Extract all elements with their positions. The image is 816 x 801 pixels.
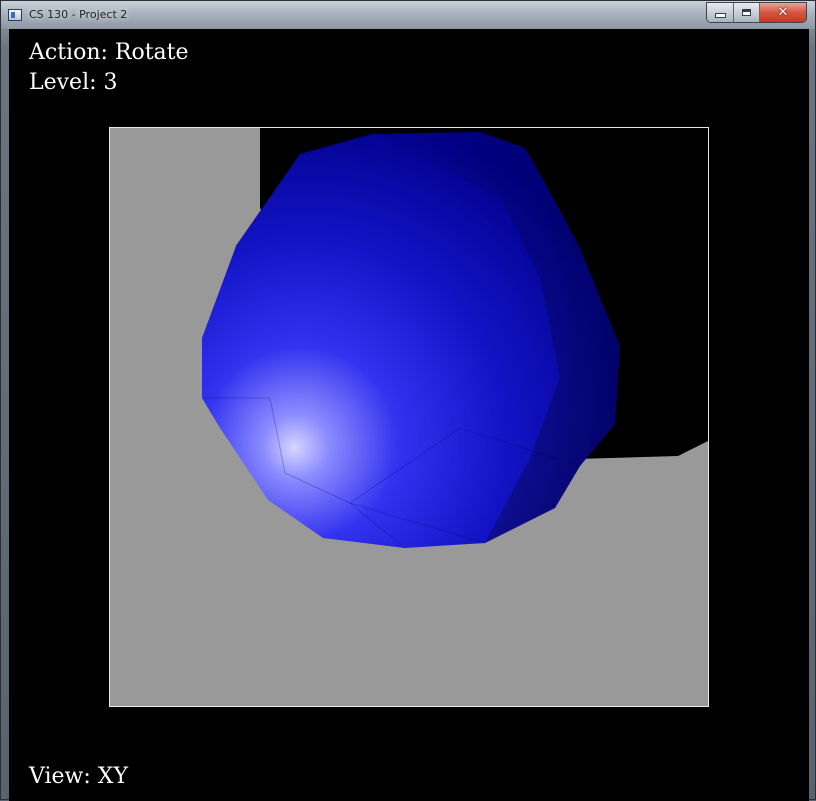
render-canvas[interactable]: Action: Rotate Level: 3 View: XY (9, 29, 809, 801)
close-button[interactable]: ✕ (760, 3, 806, 22)
minimize-icon (714, 13, 726, 18)
window-title: CS 130 - Project 2 (29, 8, 128, 21)
maximize-icon (742, 9, 751, 16)
view-label: View: XY (29, 764, 128, 789)
close-icon: ✕ (777, 5, 789, 20)
scene-viewport[interactable] (109, 127, 709, 707)
minimize-button[interactable] (707, 3, 734, 22)
title-bar[interactable]: CS 130 - Project 2 ✕ (1, 1, 815, 29)
level-label: Level: 3 (29, 70, 118, 95)
app-icon[interactable] (8, 9, 22, 21)
maximize-button[interactable] (734, 3, 760, 22)
window-controls: ✕ (706, 2, 807, 23)
application-window: CS 130 - Project 2 ✕ Action: Rotate Leve… (0, 0, 816, 801)
action-label: Action: Rotate (29, 40, 189, 65)
scene-graphic (202, 128, 708, 549)
